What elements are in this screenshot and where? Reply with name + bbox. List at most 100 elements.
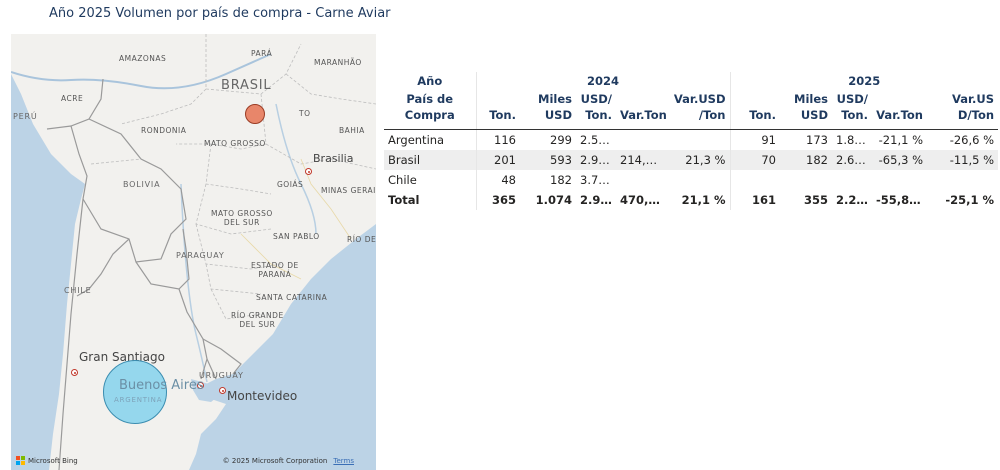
row-label: Total <box>388 193 420 207</box>
map-label-parana: ESTADO DE PARANÁ <box>251 261 299 279</box>
cell-varusd-2024 <box>668 130 730 151</box>
cell-ton-2024: 48 <box>475 170 520 190</box>
cell-varton-2025: -21,1 % <box>878 133 923 147</box>
map-label-maranhao: MARANHÃO <box>314 58 362 67</box>
cell-ton-2025: 70 <box>729 150 780 170</box>
map-label-mato-grosso: MATO GROSSO <box>204 139 266 148</box>
map-label-amazonas: AMAZONAS <box>119 54 167 63</box>
cell-usdton-2024: 3.792 <box>580 173 613 187</box>
row-label: Argentina <box>388 133 445 147</box>
cell-miles-2025: 182 <box>780 150 832 170</box>
cell-usdton-2025: 2.204 <box>836 193 872 207</box>
cell-miles-2024: 182 <box>550 173 572 187</box>
map-bubble-brasil[interactable] <box>245 104 265 124</box>
microsoft-logo-icon <box>16 456 25 465</box>
map-label-montevideo: Montevideo <box>227 389 298 403</box>
cell-ton-2025: 91 <box>729 129 780 150</box>
map-copyright: © 2025 Microsoft Corporation Terms <box>223 457 354 465</box>
map-label-buenos-aires: Buenos Aires <box>119 378 204 393</box>
map-label-santa-catarina: SANTA CATARINA <box>256 293 328 302</box>
cell-usdton-2025: 1.896 <box>836 133 869 147</box>
cell-usdton-2025: 2.607 <box>832 150 872 170</box>
map-label-chile: CHILE <box>64 286 92 295</box>
cell-varton-2024: 470,1... <box>620 193 668 207</box>
col-header-var-usd-ton-2025[interactable]: Var.US D/Ton <box>927 90 999 130</box>
copyright-text: © 2025 Microsoft Corporation <box>222 457 328 465</box>
matrix-table: Año 2024 2025 País de Compra Ton. Miles … <box>384 72 999 210</box>
cell-miles-2024: 593 <box>520 150 576 170</box>
cell-varusd-2024 <box>668 170 730 190</box>
cell-varton-2024 <box>616 130 668 151</box>
map-label-brasil: BRASIL <box>221 78 272 93</box>
map-label-argentina: ARGENTINA <box>114 396 163 404</box>
col-header-usd-ton-2024[interactable]: USD/ Ton. <box>576 90 616 130</box>
map-label-brasilia: Brasilia <box>313 152 354 165</box>
map-label-acre: ACRE <box>61 94 84 103</box>
map-label-rio: RÍO DE <box>347 235 376 244</box>
row-label: Brasil <box>384 150 476 170</box>
cell-varusd-2024: 21,1 % <box>681 193 726 207</box>
col-header-var-usd-ton-2024[interactable]: Var.USD /Ton <box>668 90 730 130</box>
cell-varton-2025: -55,8 % <box>876 193 925 207</box>
map-label-peru: PERÚ <box>13 112 38 121</box>
map-label-uruguay: URUGUAY <box>199 371 244 380</box>
cell-usdton-2025 <box>832 170 872 190</box>
map-visual[interactable]: AMAZONAS PARÁ MARANHÃO BRASIL ACRE PERÚ … <box>11 34 376 470</box>
col-header-miles-usd-2024[interactable]: Miles USD <box>520 90 576 130</box>
col-header-var-ton-2024[interactable]: Var.Ton <box>616 90 668 130</box>
cell-varton-2025 <box>872 170 927 190</box>
cell-miles-2025 <box>780 170 832 190</box>
table-row-argentina[interactable]: Argentina 116 299 2.581 91 173 1.896 -21… <box>384 129 998 151</box>
year-header-2024[interactable]: 2024 <box>475 72 730 90</box>
cell-usdton-2024: 2.942 <box>580 193 616 207</box>
row-label: Chile <box>388 173 417 187</box>
col-header-ton-2024[interactable]: Ton. <box>475 90 520 130</box>
map-label-rondonia: RONDONIA <box>141 126 187 135</box>
map-label-rio-grande: RÍO GRANDE DEL SUR <box>231 311 284 329</box>
cell-ton-2024: 201 <box>475 150 520 170</box>
table-row-total[interactable]: Total 365 1.074 2.942 470,1... 21,1 % 16… <box>384 190 998 210</box>
map-label-paraguay: PARAGUAY <box>176 251 225 260</box>
terms-link[interactable]: Terms <box>333 457 354 465</box>
map-city-marker-montevideo <box>219 387 226 394</box>
cell-ton-2024: 365 <box>475 190 520 210</box>
year-header-2025[interactable]: 2025 <box>729 72 999 90</box>
map-label-gran-santiago: Gran Santiago <box>79 350 165 364</box>
cell-varton-2024 <box>616 170 668 190</box>
cell-miles-2025: 173 <box>806 133 828 147</box>
map-label-to: TO <box>299 109 311 118</box>
map-label-goias: GOIÁS <box>277 180 304 189</box>
map-label-para: PARÁ <box>251 49 273 58</box>
cell-miles-2024: 299 <box>550 133 572 147</box>
col-header-usd-ton-2025[interactable]: USD/ Ton. <box>832 90 872 130</box>
bing-attribution: Microsoft Bing <box>16 456 78 465</box>
cell-usdton-2024: 2.947 <box>576 150 616 170</box>
col-header-var-ton-2025[interactable]: Var.Ton <box>872 90 927 130</box>
row-header-country[interactable]: País de Compra <box>384 90 476 130</box>
cell-varton-2024: 214,3 % <box>616 150 668 170</box>
map-label-bolivia: BOLIVIA <box>123 180 161 189</box>
cell-varusd-2025 <box>927 170 998 190</box>
col-header-ton-2025[interactable]: Ton. <box>729 90 780 130</box>
cell-ton-2024: 116 <box>475 129 520 150</box>
cell-varton-2025: -65,3 % <box>872 150 927 170</box>
cell-miles-2025: 355 <box>803 193 828 207</box>
cell-varusd-2025: -26,6 % <box>949 133 995 147</box>
cell-ton-2025 <box>729 170 780 190</box>
map-city-marker-santiago <box>71 369 78 376</box>
table-row-brasil[interactable]: Brasil 201 593 2.947 214,3 % 21,3 % 70 1… <box>384 150 999 170</box>
visual-title: Año 2025 Volumen por país de compra - Ca… <box>49 6 391 21</box>
matrix-visual[interactable]: Año 2024 2025 País de Compra Ton. Miles … <box>384 72 999 210</box>
cell-miles-2024: 1.074 <box>535 193 572 207</box>
col-header-miles-usd-2025[interactable]: Miles USD <box>780 90 832 130</box>
map-label-minas-gerais: MINAS GERAIS <box>321 186 376 195</box>
map-label-sao-paulo: SAN PABLO <box>273 232 320 241</box>
bing-label: Microsoft Bing <box>28 456 78 465</box>
cell-varusd-2025: -25,1 % <box>945 193 995 207</box>
cell-usdton-2024: 2.581 <box>580 133 613 147</box>
table-row-chile[interactable]: Chile 48 182 3.792 <box>384 170 998 190</box>
cell-ton-2025: 161 <box>729 190 780 210</box>
map-city-marker-brasilia <box>305 168 312 175</box>
map-label-mato-grosso-sul: MATO GROSSO DEL SUR <box>211 209 273 227</box>
row-header-year: Año <box>417 74 443 88</box>
